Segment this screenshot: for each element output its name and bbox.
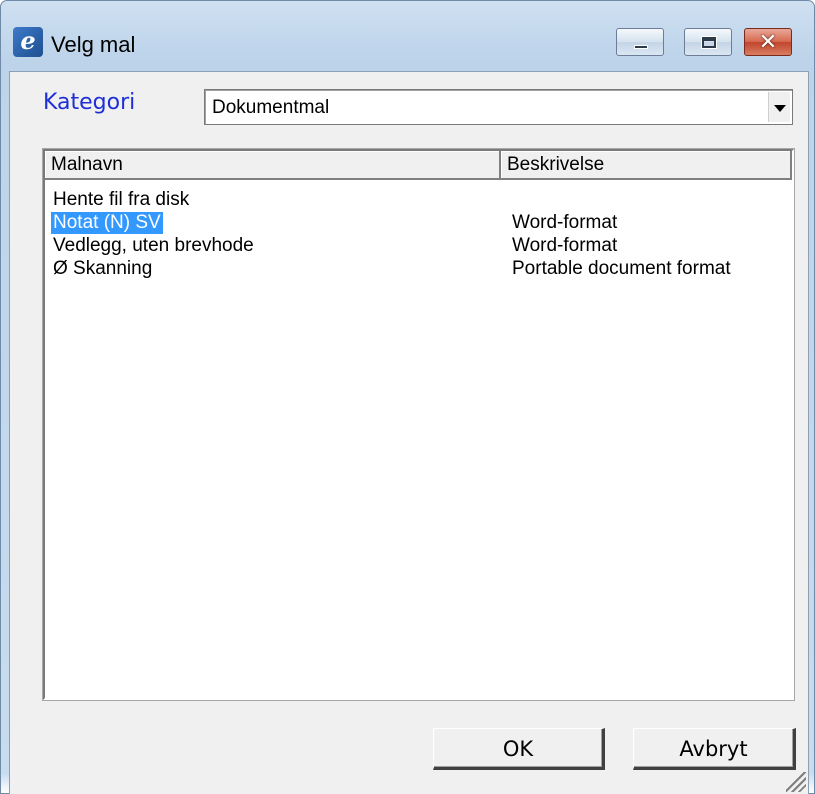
list-item[interactable]: Vedlegg, uten brevhode Word-format bbox=[45, 234, 792, 257]
minimize-icon bbox=[634, 45, 648, 49]
title-bar[interactable]: e Velg mal ✕ bbox=[9, 21, 809, 71]
dialog-window: e Velg mal ✕ Kategori Dokumentmal Malnav… bbox=[0, 0, 815, 794]
minimize-button[interactable] bbox=[616, 28, 664, 56]
maximize-button[interactable] bbox=[684, 28, 732, 56]
dialog-body: Kategori Dokumentmal Malnavn Beskrivelse… bbox=[9, 71, 809, 794]
list-item-description: Portable document format bbox=[512, 258, 731, 279]
close-icon: ✕ bbox=[758, 30, 778, 55]
maximize-icon bbox=[701, 36, 717, 49]
close-button[interactable]: ✕ bbox=[744, 28, 792, 56]
e-logo-icon: e bbox=[13, 27, 43, 57]
column-header-beskrivelse[interactable]: Beskrivelse bbox=[501, 151, 792, 178]
list-header: Malnavn Beskrivelse bbox=[45, 151, 792, 180]
kategori-combobox[interactable]: Dokumentmal bbox=[204, 89, 793, 125]
column-header-malnavn[interactable]: Malnavn bbox=[45, 151, 501, 178]
template-list[interactable]: Malnavn Beskrivelse Hente fil fra disk N… bbox=[42, 148, 795, 701]
list-item-description: Word-format bbox=[512, 235, 618, 256]
ok-button[interactable]: OK bbox=[433, 728, 605, 770]
list-item-name: Vedlegg, uten brevhode bbox=[53, 235, 254, 256]
list-item-name: Ø Skanning bbox=[53, 258, 153, 279]
chevron-down-icon[interactable] bbox=[768, 92, 790, 122]
resize-grip-icon[interactable] bbox=[786, 772, 806, 792]
cancel-button[interactable]: Avbryt bbox=[633, 728, 796, 770]
kategori-selected-value: Dokumentmal bbox=[212, 97, 330, 118]
list-item[interactable]: Ø Skanning Portable document format bbox=[45, 257, 792, 280]
list-item[interactable]: Hente fil fra disk bbox=[45, 188, 792, 211]
list-item-name: Hente fil fra disk bbox=[53, 189, 190, 210]
window-title: Velg mal bbox=[51, 32, 136, 57]
list-item-name: Notat (N) SV bbox=[51, 212, 163, 234]
kategori-label: Kategori bbox=[43, 90, 136, 115]
list-item-selected[interactable]: Notat (N) SV Word-format bbox=[45, 211, 792, 234]
list-item-description: Word-format bbox=[512, 212, 618, 233]
